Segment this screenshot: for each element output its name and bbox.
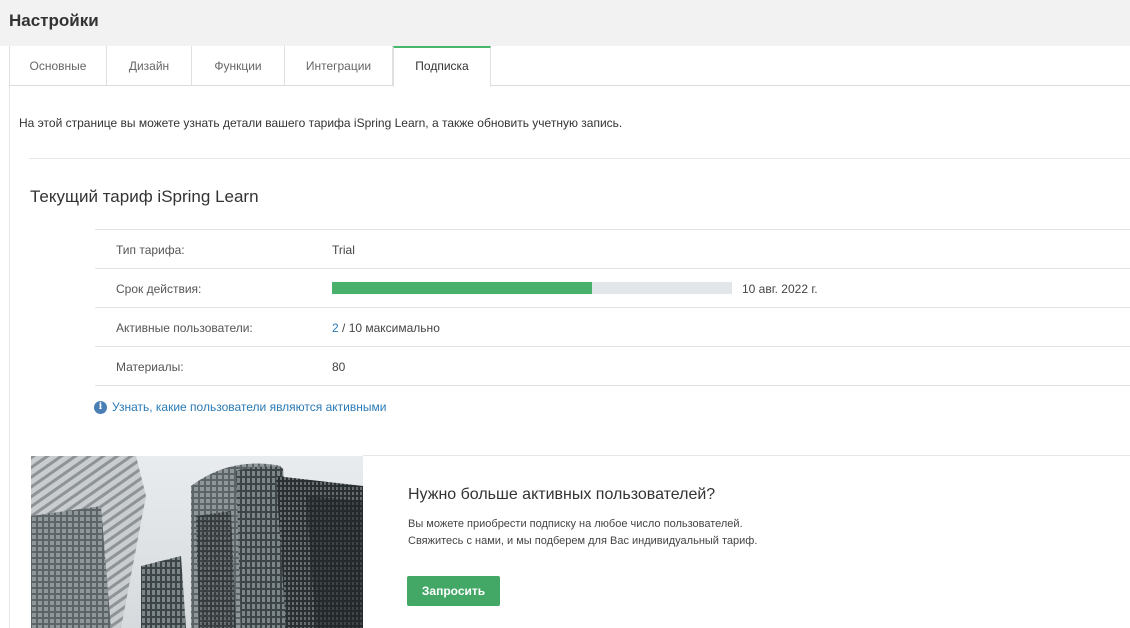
validity-label: Срок действия: [116, 282, 202, 296]
validity-progress-bar [332, 282, 732, 294]
section-divider [29, 158, 1130, 159]
tab-design[interactable]: Дизайн [107, 46, 192, 86]
materials-value: 80 [332, 360, 346, 374]
tab-subscription[interactable]: Подписка [393, 46, 491, 87]
plan-type-label: Тип тарифа: [116, 243, 185, 257]
plan-details-table: Тип тарифа: Trial Срок действия: 10 авг.… [95, 229, 1130, 386]
tab-functions[interactable]: Функции [192, 46, 285, 86]
intro-text: На этой странице вы можете узнать детали… [19, 116, 623, 130]
plan-row-active-users: Активные пользователи: 2 / 10 максимальн… [95, 308, 1130, 347]
active-users-max: / 10 максимально [338, 321, 440, 335]
info-link-text: Узнать, какие пользователи являются акти… [112, 400, 387, 414]
active-users-current-link[interactable]: 2 [332, 321, 339, 335]
plan-type-value: Trial [332, 243, 355, 257]
settings-tabs: Основные Дизайн Функции Интеграции Подпи… [9, 46, 1130, 87]
promo-description: Вы можете приобрести подписку на любое ч… [408, 516, 757, 550]
request-button[interactable]: Запросить [407, 576, 500, 606]
tab-basic[interactable]: Основные [10, 46, 107, 86]
validity-progress-fill [332, 282, 592, 294]
validity-end-date: 10 авг. 2022 г. [742, 282, 818, 296]
active-users-label: Активные пользователи: [116, 321, 253, 335]
promo-divider [363, 455, 1130, 456]
tab-integrations[interactable]: Интеграции [285, 46, 393, 86]
plan-row-validity: Срок действия: 10 авг. 2022 г. [95, 269, 1130, 308]
active-users-value: 2 / 10 максимально [332, 321, 440, 335]
plan-row-materials: Материалы: 80 [95, 347, 1130, 386]
active-users-info-link[interactable]: i Узнать, какие пользователи являются ак… [94, 400, 386, 414]
content-left-border [9, 86, 10, 628]
promo-title: Нужно больше активных пользователей? [408, 486, 716, 503]
promo-line-1: Вы можете приобрести подписку на любое ч… [408, 518, 743, 530]
info-icon: i [94, 400, 107, 414]
skyscrapers-image [31, 456, 363, 628]
promo-line-2: Свяжитесь с нами, и мы подберем для Вас … [408, 535, 758, 547]
page-title: Настройки [9, 11, 99, 30]
page-header: Настройки [0, 0, 1130, 46]
plan-row-type: Тип тарифа: Trial [95, 230, 1130, 269]
plan-section-title: Текущий тариф iSpring Learn [30, 187, 259, 206]
materials-label: Материалы: [116, 360, 184, 374]
